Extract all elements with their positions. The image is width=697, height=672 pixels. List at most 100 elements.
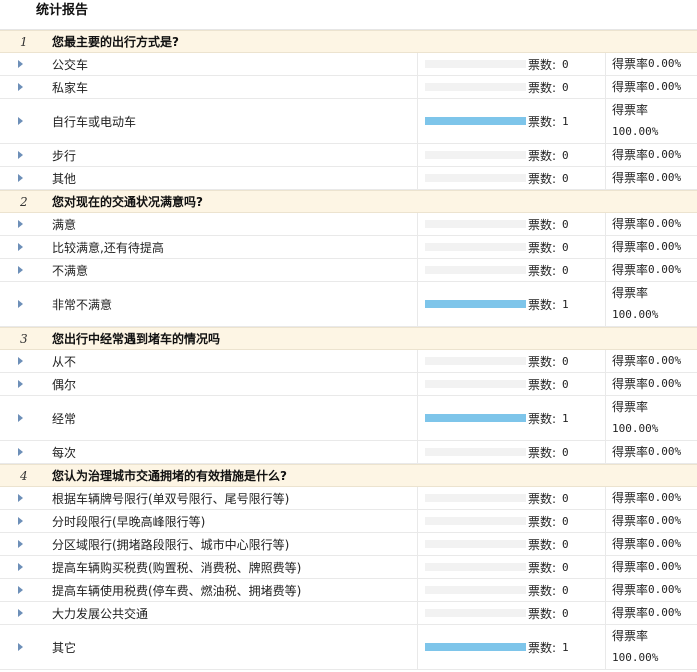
rate-cell: 得票率 0.00% <box>606 167 697 189</box>
vote-bar-cell <box>418 76 528 98</box>
option-bullet <box>0 533 52 555</box>
option-row: 提高车辆使用税费(停车费、燃油税、拥堵费等) 票数: 0 得票率 0.00% <box>0 579 697 602</box>
votes-value: 0 <box>562 377 569 391</box>
option-bullet <box>0 602 52 624</box>
arrow-right-icon <box>18 266 23 274</box>
option-bullet <box>0 53 52 75</box>
vote-bar-track <box>425 643 526 651</box>
rate-cell: 得票率 0.00% <box>606 510 697 532</box>
option-row: 分区域限行(拥堵路段限行、城市中心限行等) 票数: 0 得票率 0.00% <box>0 533 697 556</box>
vote-bar-track <box>425 300 526 308</box>
votes-value: 1 <box>562 297 569 311</box>
rate-value: 0.00% <box>648 560 682 573</box>
vote-bar-track <box>425 563 526 571</box>
arrow-right-icon <box>18 494 23 502</box>
vote-bar-cell <box>418 53 528 75</box>
vote-bar-fill <box>425 300 526 308</box>
votes-value: 0 <box>562 445 569 459</box>
vote-bar-cell <box>418 259 528 281</box>
votes-cell: 票数: 0 <box>528 556 606 578</box>
vote-bar-track <box>425 494 526 502</box>
arrow-right-icon <box>18 174 23 182</box>
rate-prefix: 得票率 <box>612 560 649 574</box>
rate-prefix: 得票率 <box>612 217 649 231</box>
option-label: 步行 <box>52 144 418 166</box>
vote-bar-cell <box>418 579 528 601</box>
vote-bar-cell <box>418 396 528 440</box>
votes-prefix: 票数: <box>528 80 557 95</box>
rate-cell: 得票率 100.00% <box>606 99 697 143</box>
option-label: 公交车 <box>52 53 418 75</box>
arrow-right-icon <box>18 83 23 91</box>
rate-cell: 得票率 0.00% <box>606 533 697 555</box>
votes-cell: 票数: 0 <box>528 144 606 166</box>
option-bullet <box>0 396 52 440</box>
arrow-right-icon <box>18 609 23 617</box>
option-bullet <box>0 144 52 166</box>
arrow-right-icon <box>18 563 23 571</box>
rate-value: 0.00% <box>648 354 682 367</box>
votes-cell: 票数: 0 <box>528 53 606 75</box>
option-bullet <box>0 487 52 509</box>
votes-prefix: 票数: <box>528 491 557 506</box>
option-bullet <box>0 350 52 372</box>
rate-prefix: 得票率 <box>612 400 649 414</box>
rate-value: 0.00% <box>648 148 682 161</box>
option-bullet <box>0 213 52 235</box>
votes-cell: 票数: 0 <box>528 487 606 509</box>
rate-value: 0.00% <box>648 491 682 504</box>
vote-bar-cell <box>418 602 528 624</box>
question-header: 4 您认为治理城市交通拥堵的有效措施是什么? <box>0 464 697 487</box>
votes-value: 0 <box>562 80 569 94</box>
option-row: 比较满意,还有待提高 票数: 0 得票率 0.00% <box>0 236 697 259</box>
votes-cell: 票数: 0 <box>528 602 606 624</box>
votes-prefix: 票数: <box>528 583 557 598</box>
rate-prefix: 得票率 <box>612 354 649 368</box>
option-bullet <box>0 259 52 281</box>
vote-bar-cell <box>418 236 528 258</box>
rate-prefix: 得票率 <box>612 286 649 300</box>
votes-cell: 票数: 0 <box>528 213 606 235</box>
arrow-right-icon <box>18 151 23 159</box>
votes-value: 1 <box>562 114 569 128</box>
question-header: 1 您最主要的出行方式是? <box>0 30 697 53</box>
votes-cell: 票数: 0 <box>528 533 606 555</box>
option-label: 分时段限行(早晚高峰限行等) <box>52 510 418 532</box>
option-row: 其他 票数: 0 得票率 0.00% <box>0 167 697 190</box>
arrow-right-icon <box>18 243 23 251</box>
vote-bar-fill <box>425 414 526 422</box>
vote-bar-track <box>425 414 526 422</box>
rate-value: 0.00% <box>648 57 682 70</box>
vote-bar-track <box>425 174 526 182</box>
question-number: 3 <box>20 331 28 346</box>
rate-cell: 得票率 100.00% <box>606 625 697 669</box>
option-label: 经常 <box>52 396 418 440</box>
votes-prefix: 票数: <box>528 560 557 575</box>
rate-value: 0.00% <box>648 445 682 458</box>
option-bullet <box>0 282 52 326</box>
option-bullet <box>0 625 52 669</box>
votes-value: 0 <box>562 537 569 551</box>
votes-prefix: 票数: <box>528 217 557 232</box>
vote-bar-cell <box>418 533 528 555</box>
rate-prefix: 得票率 <box>612 148 649 162</box>
option-label: 分区域限行(拥堵路段限行、城市中心限行等) <box>52 533 418 555</box>
option-row: 经常 票数: 1 得票率 100.00% <box>0 396 697 441</box>
rate-value: 100.00% <box>612 308 659 321</box>
rate-value: 0.00% <box>648 171 682 184</box>
arrow-right-icon <box>18 117 23 125</box>
option-bullet <box>0 373 52 395</box>
option-row: 不满意 票数: 0 得票率 0.00% <box>0 259 697 282</box>
option-label: 提高车辆使用税费(停车费、燃油税、拥堵费等) <box>52 579 418 601</box>
option-bullet <box>0 510 52 532</box>
votes-cell: 票数: 0 <box>528 350 606 372</box>
vote-bar-cell <box>418 625 528 669</box>
rate-prefix: 得票率 <box>612 240 649 254</box>
question-list: 1 您最主要的出行方式是? 公交车 票数: 0 得票率 0.00% 私家车 票数: 0 得票率 0.0… <box>0 30 697 670</box>
option-bullet <box>0 76 52 98</box>
votes-prefix: 票数: <box>528 411 557 426</box>
rate-value: 0.00% <box>648 537 682 550</box>
votes-value: 0 <box>562 560 569 574</box>
option-row: 从不 票数: 0 得票率 0.00% <box>0 350 697 373</box>
question-text: 您对现在的交通状况满意吗? <box>52 195 203 209</box>
